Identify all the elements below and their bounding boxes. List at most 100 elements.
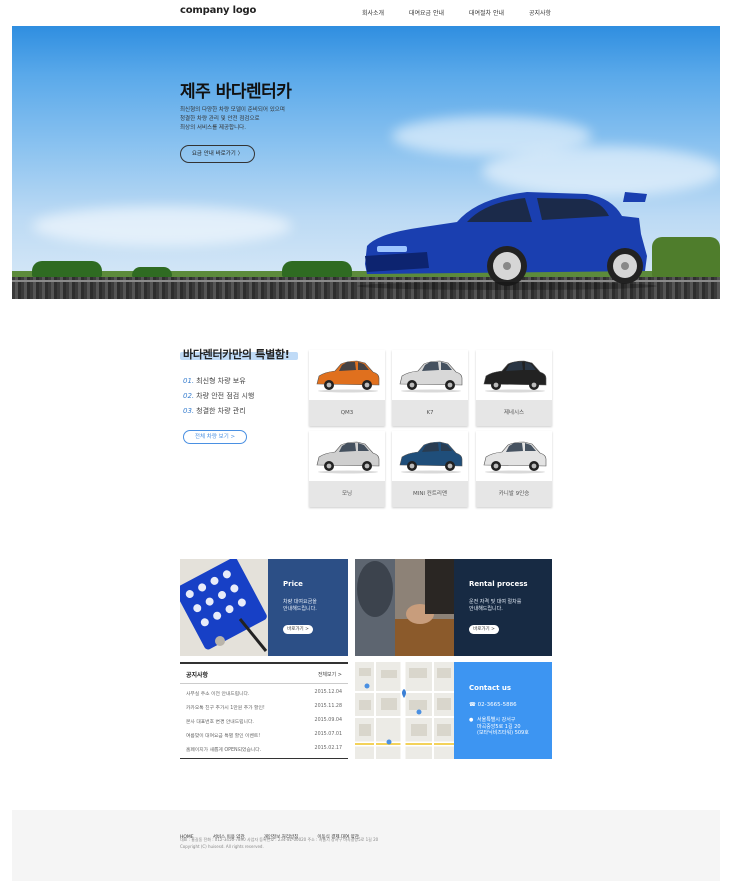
feature-text: 차량 안전 점검 시행: [196, 392, 255, 400]
notice-row-title[interactable]: 카카오톡 친구 추가시 1만원 추가 할인!: [186, 704, 265, 711]
notice-board: 공지사항 전체보기 > 사무실 주소 이전 안내드립니다. 2015.12.04 …: [180, 662, 348, 759]
hero-title: 제주 바다렌터카: [180, 82, 292, 102]
contact-phone[interactable]: 02-3665-5886: [478, 702, 517, 708]
feature-text: 청결한 차량 관리: [196, 407, 246, 415]
notice-more-link[interactable]: 전체보기 >: [318, 671, 342, 678]
rate-guide-button[interactable]: 요금 안내 바로가기 〉: [180, 145, 255, 163]
car-card[interactable]: K7: [392, 350, 468, 426]
nav-item-process[interactable]: 대여절차 안내: [469, 8, 504, 17]
car-icon: [399, 360, 463, 393]
feature-item: 01. 최신형 차량 보유: [183, 376, 254, 391]
notice-row[interactable]: 사무실 주소 이전 안내드립니다. 2015.12.04: [186, 690, 342, 702]
features-title: 바다렌터카만의 특별함!: [183, 348, 290, 361]
feature-number: 01.: [183, 377, 195, 385]
notice-row-date: 2015.07.01: [314, 732, 342, 737]
notice-row[interactable]: 카카오톡 친구 추가시 1만원 추가 할인! 2015.11.28: [186, 704, 342, 716]
price-link-button[interactable]: 바로가기 >: [283, 625, 313, 634]
hedge: [652, 237, 720, 277]
car-image: [476, 431, 552, 481]
footer-info: 대표 : 홍길동 전화 : 012-3456-7890 사업자 등록번호 : 2…: [180, 836, 378, 850]
notice-row-date: 2015.12.04: [314, 690, 342, 695]
contact-title: Contact us: [469, 684, 512, 692]
price-desc-line: 차량 대여요금을: [283, 599, 317, 605]
hedge: [282, 261, 352, 277]
all-cars-button[interactable]: 전체 차량 보기 >: [183, 430, 247, 444]
car-card[interactable]: 모닝: [309, 431, 385, 507]
price-desc-line: 안내해드립니다.: [283, 606, 317, 612]
contact-phone-row: ☎ 02-3665-5886: [469, 702, 517, 708]
blue-car-image: [357, 192, 657, 290]
calculator-icon: [180, 559, 268, 656]
location-pin-icon: ●: [469, 717, 474, 723]
car-icon: [316, 360, 380, 393]
site-header: company logo 회사소개 대여요금 안내 대여절차 안내 공지사항: [0, 0, 733, 26]
rental-title: Rental process: [469, 580, 528, 588]
car-image: [309, 431, 385, 481]
notice-row-title[interactable]: 사무실 주소 이전 안내드립니다.: [186, 690, 249, 697]
notice-row[interactable]: 본사 대표번호 변경 안내드립니다. 2015.09.04: [186, 718, 342, 730]
footer-company-info: 대표 : 홍길동 전화 : 012-3456-7890 사업자 등록번호 : 2…: [180, 837, 379, 842]
notice-bottom-border: [180, 757, 348, 759]
notice-row-title[interactable]: 여름맞이 대여요금 특별 할인 이벤트!: [186, 732, 260, 739]
price-description: 차량 대여요금을 안내해드립니다.: [283, 599, 317, 613]
handshake-image: [355, 559, 454, 656]
address-line: (보타닉비즈타워) 509호: [477, 730, 529, 736]
car-image: [392, 431, 468, 481]
car-image: [392, 350, 468, 400]
car-icon: [316, 441, 380, 474]
car-card[interactable]: MINI 컨트리맨: [392, 431, 468, 507]
hero-desc-line: 최상의 서비스를 제공합니다.: [180, 125, 246, 131]
car-image: [476, 350, 552, 400]
hero-desc-line: 최신형의 다양한 차량 모델이 준비되어 있으며: [180, 107, 285, 113]
car-icon: [399, 441, 463, 474]
nav-item-notice[interactable]: 공지사항: [529, 8, 551, 17]
notice-row[interactable]: 홈페이지가 새롭게 OPEN되었습니다. 2015.02.17: [186, 746, 342, 758]
hedge: [132, 267, 172, 277]
notice-title: 공지사항: [186, 672, 209, 679]
hedge: [32, 261, 102, 277]
rental-desc-line: 안내해드립니다.: [469, 606, 503, 612]
nav-item-rates[interactable]: 대여요금 안내: [409, 8, 444, 17]
notice-row-date: 2015.02.17: [314, 746, 342, 751]
car-icon: [483, 360, 547, 393]
car-name: K7: [392, 400, 468, 426]
meeting-photo-icon: [355, 559, 454, 656]
price-tile[interactable]: Price 차량 대여요금을 안내해드립니다. 바로가기 >: [268, 559, 348, 656]
car-name: MINI 컨트리맨: [392, 481, 468, 507]
feature-number: 02.: [183, 392, 195, 400]
car-icon: [483, 441, 547, 474]
main-nav: 회사소개 대여요금 안내 대여절차 안내 공지사항: [0, 8, 733, 20]
car-card[interactable]: QM3: [309, 350, 385, 426]
notice-row-title[interactable]: 홈페이지가 새롭게 OPEN되었습니다.: [186, 746, 261, 753]
site-footer: HOME 서비스 이용 약관 개인정보 처리방침 이동식 결제 대여 약관 대표…: [12, 810, 720, 881]
notice-header: 공지사항 전체보기 >: [180, 662, 348, 684]
car-card[interactable]: 카니발 9인승: [476, 431, 552, 507]
feature-text: 최신형 차량 보유: [196, 377, 246, 385]
contact-address: ● 서울특별시 강서구 마곡중앙5로 1길 20 (보타닉비즈타워) 509호: [469, 717, 529, 737]
contact-panel: Contact us ☎ 02-3665-5886 ● 서울특별시 강서구 마곡…: [454, 662, 552, 759]
rental-process-tile[interactable]: Rental process 운전 자격 및 대여 절차를 안내해드립니다. 바…: [454, 559, 552, 656]
car-name: 모닝: [309, 481, 385, 507]
notice-row-title[interactable]: 본사 대표번호 변경 안내드립니다.: [186, 718, 254, 725]
hero-banner: 제주 바다렌터카 최신형의 다양한 차량 모델이 준비되어 있으며 청결한 차량…: [12, 26, 720, 299]
car-name: QM3: [309, 400, 385, 426]
notice-row-date: 2015.09.04: [314, 718, 342, 723]
calculator-image: [180, 559, 268, 656]
map-graphic: [355, 662, 454, 759]
cloud: [32, 206, 292, 246]
rental-desc-line: 운전 자격 및 대여 절차를: [469, 599, 522, 605]
rental-description: 운전 자격 및 대여 절차를 안내해드립니다.: [469, 599, 521, 613]
feature-item: 03. 청결한 차량 관리: [183, 406, 254, 421]
footer-copyright: Copyright (C) huisesd. All rights reserv…: [180, 844, 264, 849]
features-list: 01. 최신형 차량 보유 02. 차량 안전 점검 시행 03. 청결한 차량 관리: [183, 376, 254, 421]
location-map[interactable]: [355, 662, 454, 759]
nav-item-company[interactable]: 회사소개: [362, 8, 384, 17]
notice-row-date: 2015.11.28: [314, 704, 342, 709]
notice-row[interactable]: 여름맞이 대여요금 특별 할인 이벤트! 2015.07.01: [186, 732, 342, 744]
car-image: [309, 350, 385, 400]
hero-desc-line: 청결한 차량 관리 및 안전 점검으로: [180, 116, 260, 122]
car-name: 제네시스: [476, 400, 552, 426]
rental-link-button[interactable]: 바로가기 >: [469, 625, 499, 634]
feature-item: 02. 차량 안전 점검 시행: [183, 391, 254, 406]
car-card[interactable]: 제네시스: [476, 350, 552, 426]
